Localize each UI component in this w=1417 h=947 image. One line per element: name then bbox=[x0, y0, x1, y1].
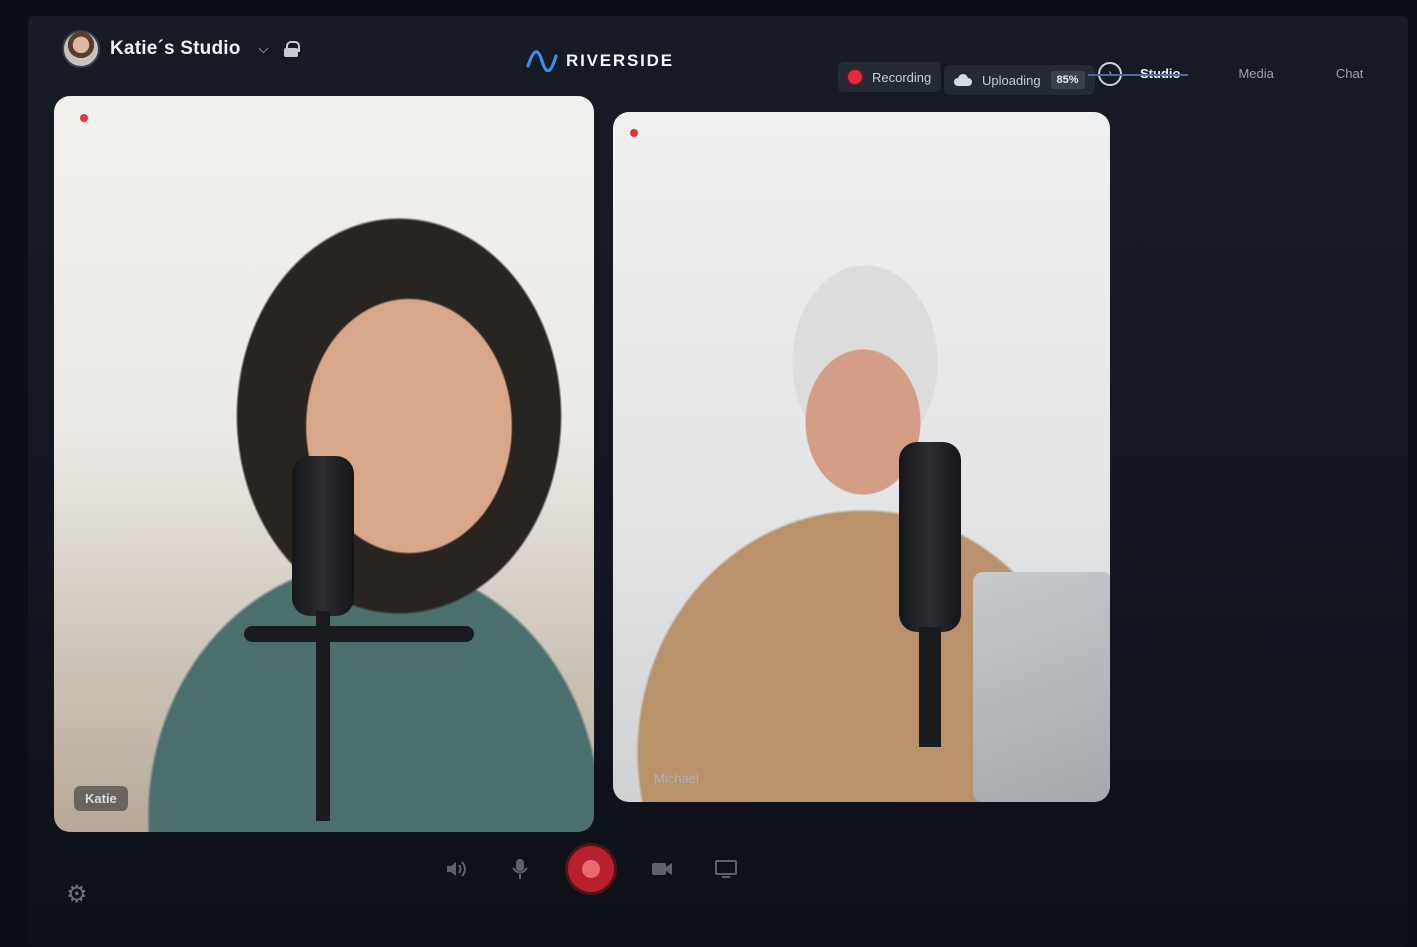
recording-label: Recording bbox=[872, 69, 932, 85]
mic-stand bbox=[316, 611, 330, 821]
participant-name-katie: Katie bbox=[74, 786, 128, 811]
microphone-image bbox=[292, 456, 354, 616]
speaker-icon[interactable] bbox=[440, 853, 472, 885]
brand-name: RIVERSIDE bbox=[566, 51, 674, 70]
record-button[interactable] bbox=[568, 846, 614, 892]
record-icon bbox=[582, 860, 600, 878]
live-indicator bbox=[630, 129, 638, 137]
riverside-wave-icon bbox=[526, 50, 558, 72]
upload-progress-badge: 85% bbox=[1050, 71, 1085, 89]
studio-title: Katie´s Studio bbox=[110, 38, 241, 59]
record-dot-icon bbox=[848, 70, 862, 84]
live-indicator bbox=[80, 114, 88, 122]
microphone-icon[interactable] bbox=[504, 853, 536, 885]
screen-share-icon[interactable] bbox=[710, 853, 742, 885]
laptop-image bbox=[973, 572, 1110, 802]
uploading-label: Uploading bbox=[982, 72, 1041, 88]
chevron-down-icon[interactable]: ⌵ bbox=[259, 41, 269, 57]
participant-name-michael: Michael bbox=[654, 771, 699, 786]
upload-status: Uploading 85% bbox=[944, 65, 1095, 95]
cloud-upload-icon bbox=[954, 74, 972, 86]
brand-logo: RIVERSIDE bbox=[526, 50, 674, 72]
tab-media[interactable]: Media bbox=[1238, 60, 1273, 87]
call-controls bbox=[440, 846, 742, 892]
mic-stand bbox=[919, 627, 941, 747]
video-tile-michael[interactable]: Michael bbox=[613, 112, 1110, 802]
studio-selector[interactable]: Katie´s Studio ⌵ bbox=[62, 30, 301, 68]
gear-icon[interactable]: ⚙ bbox=[66, 880, 92, 908]
tab-chat[interactable]: Chat bbox=[1336, 60, 1363, 87]
microphone-image bbox=[899, 442, 961, 632]
recording-status: Recording bbox=[838, 62, 942, 92]
active-tab-indicator bbox=[1088, 74, 1188, 76]
video-tile-katie[interactable]: Katie bbox=[54, 96, 594, 832]
avatar[interactable] bbox=[62, 30, 100, 68]
camera-icon[interactable] bbox=[646, 853, 678, 885]
mic-arm bbox=[244, 626, 474, 642]
lock-icon bbox=[284, 41, 301, 57]
